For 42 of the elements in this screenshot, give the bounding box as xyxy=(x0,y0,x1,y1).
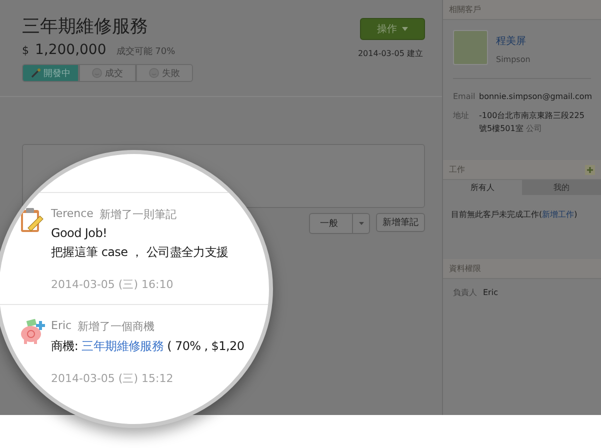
deal-amount: 1,200,000 xyxy=(35,42,106,58)
author-name: Terence xyxy=(51,207,94,222)
clipboard-pencil-icon xyxy=(19,207,45,233)
field-label: Email xyxy=(453,91,473,103)
caret-icon xyxy=(358,222,364,225)
wand-icon xyxy=(30,68,40,78)
add-note-button[interactable]: 新增筆記 xyxy=(376,213,425,232)
piggy-bank-icon xyxy=(19,319,45,345)
action-button[interactable]: 操作 xyxy=(360,18,425,40)
add-task-link[interactable]: 新增工作 xyxy=(542,210,574,219)
note-type-dropdown[interactable]: 一般 xyxy=(309,213,370,234)
deal-link[interactable]: 三年期維修服務 xyxy=(82,339,164,353)
caret-icon xyxy=(402,27,408,31)
deal-summary: 商機: 三年期維修服務 ( 70% , $1,20 xyxy=(51,338,244,355)
task-tab[interactable]: 我的 xyxy=(522,180,601,195)
currency-sign: $ xyxy=(22,44,29,57)
empty-task-message: 目前無此客戶未完成工作(新增工作) xyxy=(451,209,578,221)
field-label: 負責人 xyxy=(453,287,477,299)
stage-tab[interactable]: 開發中 xyxy=(22,64,79,82)
section-header: 工作 xyxy=(449,164,465,175)
stage-tab[interactable]: 成交 xyxy=(79,64,136,82)
probability-text: 成交可能 70% xyxy=(116,46,176,58)
author-name: Eric xyxy=(51,319,72,334)
deal-title: 三年期維修服務 xyxy=(22,15,149,38)
note-text: 把握這筆 case ， 公司盡全力支援 xyxy=(51,244,228,261)
stage-tab[interactable]: 失敗 xyxy=(136,64,193,82)
activity-time: 2014-03-05 (三) 15:12 xyxy=(51,371,174,386)
field-label: 地址 xyxy=(453,110,470,122)
activity-action: 新增了一則筆記 xyxy=(99,207,176,222)
section-header: 相關客戶 xyxy=(449,4,481,15)
section-header: 資料權限 xyxy=(449,263,481,274)
note-text: Good Job! xyxy=(51,226,108,240)
activity-action: 新增了一個商機 xyxy=(78,319,155,334)
field-value: -100台北市南京東路三段225號5樓501室 公司 xyxy=(479,110,586,135)
smiley-icon xyxy=(149,68,159,78)
contact-english-name: Simpson xyxy=(496,55,530,64)
smiley-icon xyxy=(92,68,102,78)
field-value: Eric xyxy=(483,287,498,299)
created-date: 2014-03-05 建立 xyxy=(358,48,423,59)
field-value: bonnie.simpson@gmail.com xyxy=(479,91,592,103)
activity-time: 2014-03-05 (三) 16:10 xyxy=(51,277,174,292)
contact-name-link[interactable]: 程美屏 xyxy=(496,34,530,48)
